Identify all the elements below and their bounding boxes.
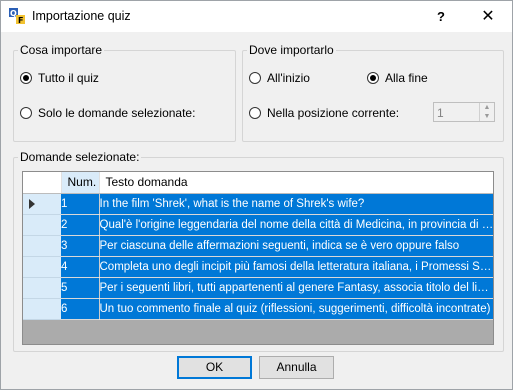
radio-whole-quiz-label: Tutto il quiz — [38, 71, 99, 85]
row-header[interactable] — [23, 298, 61, 320]
what-to-import-legend: Cosa importare — [20, 43, 103, 57]
cell-num[interactable]: 1 — [61, 193, 100, 215]
import-quiz-dialog: Q F Importazione quiz ? ✕ Cosa importare… — [0, 0, 513, 390]
cell-num[interactable]: 3 — [61, 235, 100, 257]
row-header[interactable] — [23, 235, 61, 257]
row-header-current[interactable] — [23, 193, 61, 215]
position-stepper[interactable]: 1 ▲ ▼ — [433, 102, 495, 122]
svg-text:Q: Q — [10, 9, 17, 18]
radio-indicator[interactable] — [249, 72, 261, 84]
ok-button[interactable]: OK — [177, 356, 252, 379]
cell-text[interactable]: Qual'è l'origine leggendaria del nome de… — [99, 214, 493, 236]
what-to-import-group: Cosa importare — [13, 43, 236, 142]
close-button[interactable]: ✕ — [466, 1, 510, 32]
table-row[interactable]: 4 Completa uno degli incipit più famosi … — [23, 256, 493, 278]
where-to-import-legend: Dove importarlo — [249, 43, 334, 57]
radio-at-end[interactable]: Alla fine — [367, 71, 428, 85]
radio-at-start-label: All'inizio — [267, 71, 310, 85]
row-header[interactable] — [23, 214, 61, 236]
chevron-down-icon[interactable]: ▼ — [480, 112, 494, 121]
where-to-import-group: Dove importarlo — [242, 43, 504, 142]
cell-num[interactable]: 4 — [61, 256, 100, 278]
window-title: Importazione quiz — [32, 9, 131, 23]
column-header-num[interactable]: Num. — [61, 172, 100, 194]
grid-corner — [23, 172, 62, 194]
radio-at-start[interactable]: All'inizio — [249, 71, 310, 85]
position-value[interactable]: 1 — [437, 106, 444, 120]
cell-text[interactable]: Per i seguenti libri, tutti appartenenti… — [99, 277, 493, 299]
svg-text:F: F — [18, 16, 23, 24]
selected-questions-legend: Domande selezionate: — [20, 150, 140, 164]
app-icon: Q F — [9, 8, 25, 24]
stepper-buttons[interactable]: ▲ ▼ — [479, 103, 494, 121]
radio-at-end-label: Alla fine — [385, 71, 428, 85]
table-row[interactable]: 1 In the film 'Shrek', what is the name … — [23, 193, 493, 215]
help-button[interactable]: ? — [419, 1, 463, 32]
cell-text[interactable]: Completa uno degli incipit più famosi de… — [99, 256, 493, 278]
radio-indicator[interactable] — [20, 107, 32, 119]
row-header[interactable] — [23, 277, 61, 299]
radio-whole-quiz[interactable]: Tutto il quiz — [20, 71, 99, 85]
cell-num[interactable]: 2 — [61, 214, 100, 236]
radio-selected-indicator[interactable] — [367, 72, 379, 84]
cell-num[interactable]: 6 — [61, 298, 100, 320]
radio-indicator[interactable] — [249, 107, 261, 119]
radio-selected-indicator[interactable] — [20, 72, 32, 84]
questions-grid[interactable]: Num. Testo domanda 1 In the film 'Shrek'… — [22, 171, 494, 345]
table-row[interactable]: 2 Qual'è l'origine leggendaria del nome … — [23, 214, 493, 236]
grid-header-row: Num. Testo domanda — [23, 172, 493, 194]
radio-current-position[interactable]: Nella posizione corrente: — [249, 106, 399, 120]
table-row[interactable]: 5 Per i seguenti libri, tutti appartenen… — [23, 277, 493, 299]
radio-selected-questions[interactable]: Solo le domande selezionate: — [20, 106, 195, 120]
cancel-button[interactable]: Annulla — [259, 356, 334, 379]
row-header[interactable] — [23, 256, 61, 278]
current-row-arrow-icon — [29, 198, 35, 209]
column-header-text[interactable]: Testo domanda — [99, 172, 493, 194]
chevron-up-icon[interactable]: ▲ — [480, 103, 494, 112]
cell-num[interactable]: 5 — [61, 277, 100, 299]
radio-current-position-label: Nella posizione corrente: — [267, 106, 400, 120]
cell-text[interactable]: Per ciascuna delle affermazioni seguenti… — [99, 235, 493, 257]
table-row[interactable]: 3 Per ciascuna delle affermazioni seguen… — [23, 235, 493, 257]
cell-text[interactable]: In the film 'Shrek', what is the name of… — [99, 193, 493, 215]
radio-selected-questions-label: Solo le domande selezionate: — [38, 106, 196, 120]
cell-text[interactable]: Un tuo commento finale al quiz (riflessi… — [99, 298, 493, 320]
title-bar[interactable]: Q F Importazione quiz ? ✕ — [1, 1, 512, 32]
table-row[interactable]: 6 Un tuo commento finale al quiz (rifles… — [23, 298, 493, 320]
